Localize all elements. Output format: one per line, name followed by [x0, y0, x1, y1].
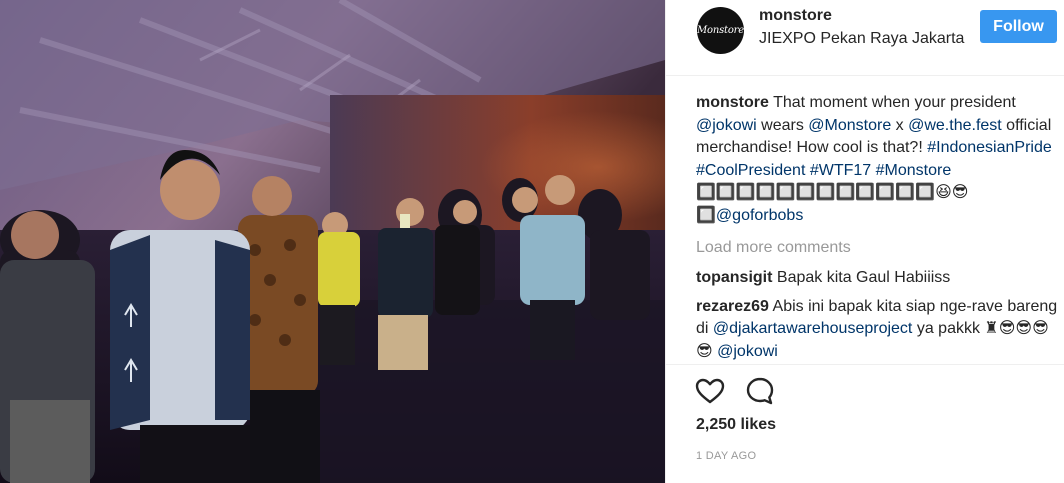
mention-link[interactable]: @goforbobs — [716, 207, 803, 224]
hashtag-link[interactable]: #Monstore — [876, 162, 952, 179]
comment-username[interactable]: rezarez69 — [696, 298, 769, 315]
comment-button[interactable] — [744, 375, 776, 407]
mention-link[interactable]: @Monstore — [808, 117, 891, 134]
comment-username[interactable]: topansigit — [696, 269, 772, 286]
post-photo[interactable] — [0, 0, 665, 483]
avatar[interactable]: Monstore — [697, 7, 744, 54]
hashtag-link[interactable]: #WTF17 — [810, 162, 871, 179]
load-more-comments[interactable]: Load more comments — [696, 237, 1058, 259]
post-location[interactable]: JIEXPO Pekan Raya Jakarta — [759, 30, 974, 48]
caption-text: x — [891, 116, 909, 134]
heart-icon — [695, 378, 725, 404]
post-timestamp[interactable]: 1 DAY AGO — [696, 450, 756, 462]
comment-icon — [746, 377, 774, 405]
post-header: Monstore monstore JIEXPO Pekan Raya Jaka… — [666, 0, 1064, 76]
mention-link[interactable]: @jokowi — [696, 117, 757, 134]
caption-text: wears — [756, 116, 809, 134]
caption-username[interactable]: monstore — [696, 94, 769, 111]
header-username[interactable]: monstore — [759, 7, 832, 25]
follow-button[interactable]: Follow — [980, 10, 1057, 43]
caption-text: That moment when your president — [773, 94, 1016, 111]
post-side-panel: Monstore monstore JIEXPO Pekan Raya Jaka… — [665, 0, 1064, 483]
mention-link[interactable]: @djakartawarehouseproject — [713, 320, 912, 337]
comment-item: rezarez69 Abis ini bapak kita siap nge-r… — [696, 296, 1058, 364]
mention-link[interactable]: @we.the.fest — [908, 117, 1002, 134]
comments-section: monstore That moment when your president… — [696, 92, 1058, 369]
avatar-logo: Monstore — [697, 25, 744, 36]
hashtag-link[interactable]: #CoolPresident — [696, 162, 805, 179]
event-photo-illustration — [0, 0, 665, 483]
likes-count[interactable]: 2,250 likes — [696, 416, 776, 434]
comment-text: Bapak kita Gaul Habiiiss — [776, 269, 951, 286]
hashtag-link[interactable]: #IndonesianPride — [927, 139, 1052, 156]
action-bar — [666, 364, 1064, 405]
like-button[interactable] — [694, 375, 726, 407]
caption: monstore That moment when your president… — [696, 92, 1058, 227]
mention-link[interactable]: @jokowi — [717, 343, 778, 360]
comment-item: topansigit Bapak kita Gaul Habiiiss — [696, 267, 1058, 290]
